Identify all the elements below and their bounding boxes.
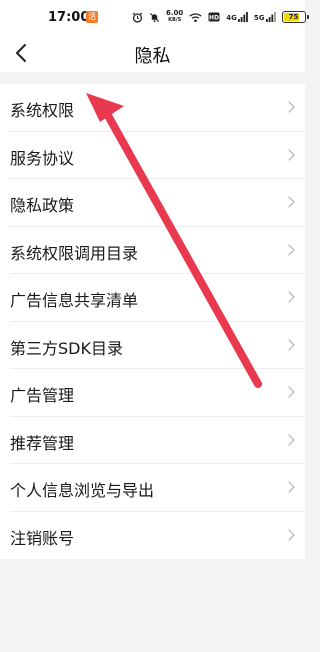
menu-item[interactable]: 注销账号 [0, 512, 305, 560]
battery-cap [306, 15, 309, 19]
battery-level: 75 [288, 13, 299, 21]
menu-item[interactable]: 广告管理 [0, 369, 305, 417]
menu-item-label: 第三方SDK目录 [10, 338, 123, 358]
menu-item[interactable]: 服务协议 [0, 132, 305, 180]
mute-bell-icon [149, 12, 160, 22]
menu-item[interactable]: 系统权限 [0, 84, 305, 132]
chevron-right-icon [288, 433, 295, 446]
status-bar: 17:00 活 6.00 KB/S HD 4G 5G 75 [0, 0, 309, 34]
chevron-right-icon [288, 148, 295, 161]
network-speed-value: 6.00 [166, 9, 184, 17]
network-speed-unit: KB/S [168, 17, 182, 23]
menu-item[interactable]: 隐私政策 [0, 179, 305, 227]
chevron-right-icon [288, 101, 295, 113]
svg-text:HD: HD [209, 14, 219, 21]
app-notification-icon: 活 [86, 11, 98, 23]
chevron-right-icon [288, 386, 295, 398]
menu-item[interactable]: 推荐管理 [0, 417, 305, 465]
header-bar: 隐私 [0, 34, 305, 72]
menu-item-label: 广告管理 [10, 386, 75, 405]
status-icons: 6.00 KB/S HD 4G 5G 75 [132, 9, 309, 25]
sim2-signal: 5G [254, 12, 276, 22]
wifi-icon [189, 12, 202, 22]
chevron-right-icon [288, 243, 295, 256]
menu-item-label: 隐私政策 [10, 196, 75, 215]
menu-item[interactable]: 个人信息浏览与导出 [0, 464, 305, 512]
menu-item-label: 系统权限 [10, 101, 75, 120]
menu-item-label: 注销账号 [10, 528, 75, 548]
alarm-clock-icon [132, 11, 143, 23]
menu-item-label: 系统权限调用目录 [10, 243, 139, 263]
network-speed: 6.00 KB/S [166, 10, 183, 24]
chevron-right-icon [288, 291, 295, 303]
menu-item[interactable]: 广告信息共享清单 [0, 274, 305, 322]
menu-item-label: 广告信息共享清单 [10, 291, 139, 310]
menu-item[interactable]: 系统权限调用目录 [0, 227, 305, 275]
sim1-label: 4G [226, 14, 237, 22]
menu-item-label: 推荐管理 [10, 433, 75, 453]
status-time: 17:00 [48, 10, 90, 25]
menu-item-label: 服务协议 [10, 148, 75, 168]
chevron-right-icon [288, 196, 295, 208]
chevron-right-icon [288, 528, 295, 541]
battery-icon: 75 [281, 11, 309, 23]
menu-item-label: 个人信息浏览与导出 [10, 481, 155, 500]
page-title: 隐私 [134, 46, 171, 67]
chevron-right-icon [288, 338, 295, 351]
menu-item[interactable]: 第三方SDK目录 [0, 322, 305, 370]
sim1-signal: 4G [226, 12, 248, 22]
signal-bars-icon [237, 12, 248, 22]
privacy-menu-list: 系统权限服务协议隐私政策系统权限调用目录 广告信息共享清单 第三方SDK目录 广告管理… [0, 84, 305, 559]
chevron-right-icon [288, 481, 295, 493]
privacy-settings-screen: 17:00 活 6.00 KB/S HD 4G 5G 75 隐私 系统权限 服务… [0, 0, 309, 652]
signal-bars-icon [265, 12, 276, 22]
hd-voice-icon: HD [208, 12, 220, 22]
sim2-label: 5G [253, 14, 265, 22]
